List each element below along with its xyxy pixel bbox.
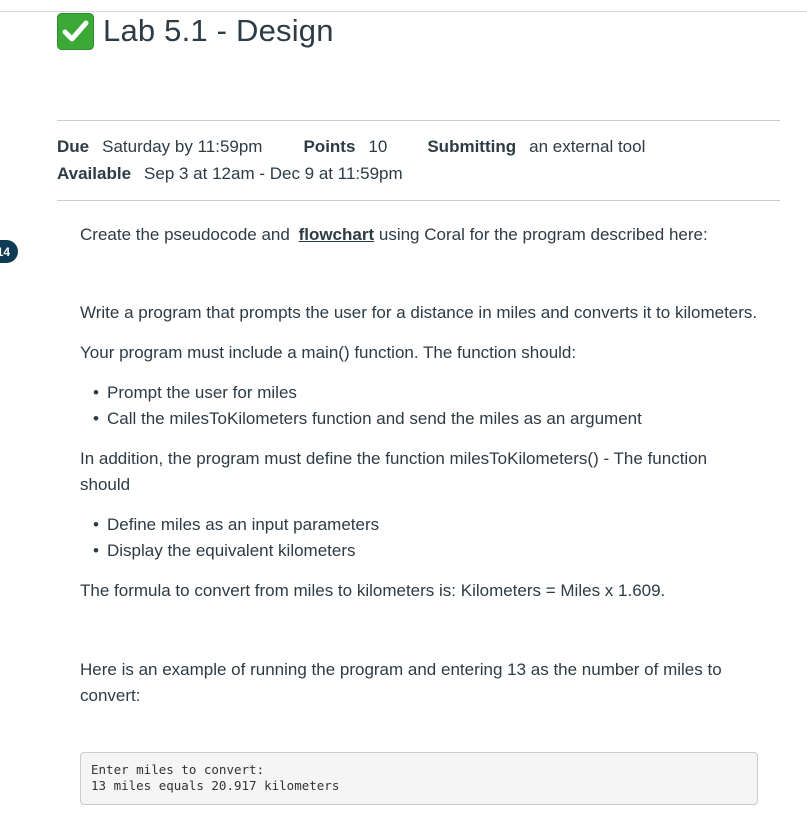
list-item: Define miles as an input parameters (93, 512, 760, 538)
list-item: Display the equivalent kilometers (93, 538, 760, 564)
submitting-value: an external tool (529, 137, 646, 156)
assignment-description: Create the pseudocode and flowchart usin… (80, 222, 760, 709)
header-divider (57, 120, 780, 121)
submitting-label: Submitting (427, 137, 517, 156)
points-value: 10 (368, 137, 388, 156)
due-label: Due (57, 137, 90, 156)
code-line: 13 miles equals 20.917 kilometers (91, 778, 340, 793)
example-output-code-block: Enter miles to convert: 13 miles equals … (80, 752, 758, 805)
due-value: Saturday by 11:59pm (102, 137, 263, 156)
points-label: Points (303, 137, 356, 156)
intro-text-before: Create the pseudocode and (80, 225, 290, 244)
example-paragraph: Here is an example of running the progra… (80, 660, 722, 705)
conversion-function-list: Define miles as an input parameters Disp… (80, 512, 760, 564)
assignment-page: Lab 5.1 - Design Due Saturday by 11:59pm P… (0, 0, 807, 822)
intro-paragraph: Create the pseudocode and flowchart usin… (80, 222, 760, 248)
flowchart-link[interactable]: flowchart (299, 225, 375, 244)
details-divider (57, 200, 780, 201)
side-badge[interactable]: 14 (0, 240, 18, 263)
details-row-2: Available Sep 3 at 12am - Dec 9 at 11:59p… (57, 160, 645, 187)
assignment-header: Lab 5.1 - Design (57, 12, 334, 50)
green-check-icon (57, 12, 94, 50)
description-paragraph-3: In addition, the program must define the… (80, 449, 708, 494)
list-item: Call the milesToKilometers function and … (93, 406, 760, 432)
page-title: Lab 5.1 - Design (103, 13, 334, 48)
assignment-details: Due Saturday by 11:59pm Points 10 Submitting… (57, 133, 645, 187)
formula-paragraph: The formula to convert from miles to kil… (80, 581, 666, 600)
description-paragraph-2: Your program must include a main() funct… (80, 343, 577, 362)
description-paragraph-1: Write a program that prompts the user fo… (80, 303, 758, 322)
intro-text-after: using Coral for the program described he… (378, 225, 708, 244)
available-value: Sep 3 at 12am - Dec 9 at 11:59pm (144, 164, 403, 183)
main-function-list: Prompt the user for miles Call the miles… (80, 380, 760, 432)
details-row-1: Due Saturday by 11:59pm Points 10 Submitting… (57, 133, 645, 160)
list-item: Prompt the user for miles (93, 380, 760, 406)
code-line: Enter miles to convert: (91, 762, 265, 777)
available-label: Available (57, 164, 132, 183)
